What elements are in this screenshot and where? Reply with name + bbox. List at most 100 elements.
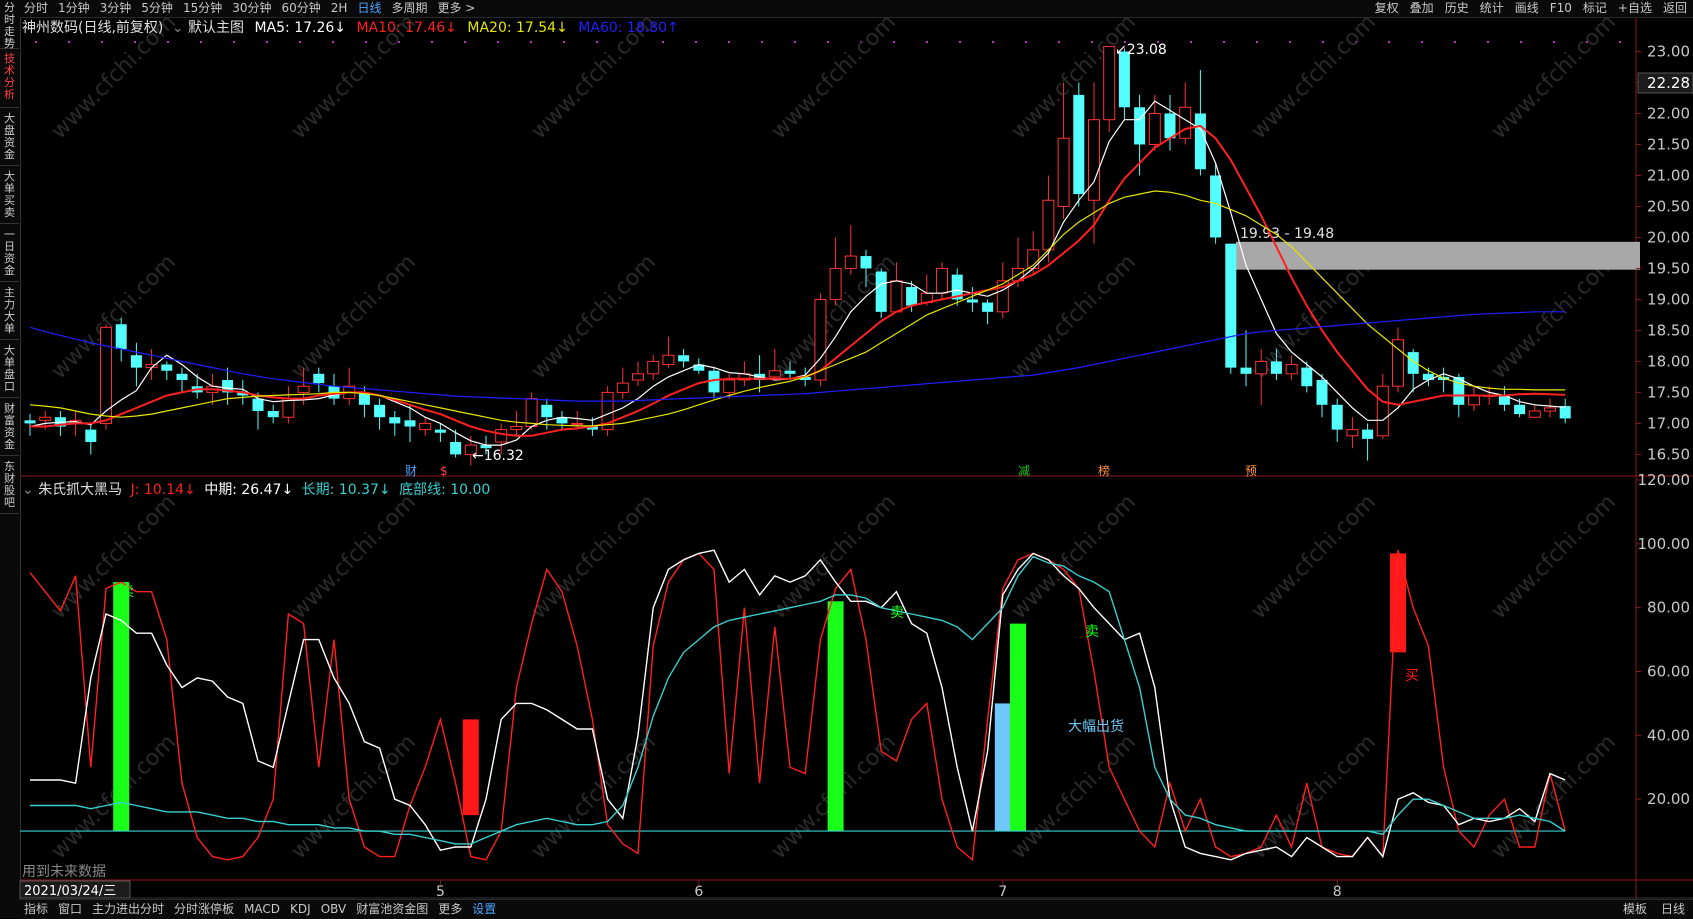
watermark-text: www.cfchi.com [1487,730,1621,864]
price-tick-label: 18.00 [1647,352,1690,370]
candle-body-up [1285,364,1298,375]
candle-body-up [1057,137,1070,207]
template-button[interactable]: 模板 [1621,901,1649,917]
candle-body-up [1376,385,1389,437]
top-marker-dot [926,41,928,43]
bottom-tab-more[interactable]: 更多 [436,901,464,917]
top-marker-dot [233,41,235,43]
candle-body-up [768,370,781,378]
candle-body-up [1468,395,1480,406]
base-legend: 底部线: 10.00 [399,482,491,498]
bottom-tab-settings[interactable]: 设置 [470,901,498,917]
indicator-dropdown-icon[interactable]: ⌄ [22,482,34,498]
candle-body-down [1225,243,1237,368]
candle-body-down [24,420,36,424]
event-marker: 榜 [1098,463,1110,478]
cursor-date-label: 2021/03/24/三 [24,884,116,899]
top-marker-dot [35,41,37,43]
indicator-toolbar: 指标 窗口 主力进出分时 分时涨停板 MACD KDJ OBV 财富池资金图 更… [20,899,1693,919]
top-marker-dot [167,41,169,43]
candle-body-up [510,426,523,431]
top-marker-dot [68,41,70,43]
stock-chart[interactable]: www.cfchi.com www.cfchi.com www.cfchi.com w… [0,0,1693,899]
candle-body-down [374,404,386,418]
candle-body-down [389,417,401,424]
top-marker-dot [200,41,202,43]
price-zone-box [1236,241,1640,270]
signal-bar [994,703,1011,832]
watermark-text: www.cfchi.com [1247,730,1381,864]
candle-body-up [829,267,842,300]
bottom-tab-fund-pool[interactable]: 财富池资金图 [354,901,430,917]
watermark-text: www.cfchi.com [1007,730,1141,864]
watermark-text: www.cfchi.com [287,490,421,624]
template-dropdown-icon[interactable]: ⌄ [172,20,184,36]
candle-body-down [1134,107,1146,145]
indicator-title[interactable]: 朱氏抓大黑马 [38,482,122,498]
indicator-tick-label: 120.00 [1638,471,1691,489]
bottom-tab-window[interactable]: 窗口 [56,901,84,917]
watermark-text: www.cfchi.com [527,250,661,384]
candle-body-down [541,404,553,418]
candle-body-down [1210,175,1222,238]
date-tick-label: 6 [694,884,703,899]
candle-body-up [723,379,736,393]
indicator-tick-label: 60.00 [1647,663,1690,681]
indicator-tick-label: 80.00 [1647,599,1690,617]
price-tick-label: 21.00 [1647,166,1690,184]
watermark-text: www.cfchi.com [1007,250,1141,384]
candle-body-up [1392,339,1404,387]
top-marker-dot [959,41,961,43]
main-chart-legend: 神州数码(日线,前复权) ⌄ 默认主图 MA5: 17.26↓ MA10: 17… [22,17,679,37]
candle-body-up [662,354,675,366]
main-template-label[interactable]: 默认主图 [188,20,244,36]
top-marker-dot [827,41,829,43]
candle-body-up [844,255,857,269]
stock-title: 神州数码(日线,前复权) [22,20,164,36]
bottom-tab-main-flow[interactable]: 主力进出分时 [90,901,166,917]
indicator-tick-label: 20.00 [1647,790,1690,808]
top-marker-dot [695,41,697,43]
bottom-tab-indicator[interactable]: 指标 [22,901,50,917]
ship-signal-label: 大幅出货 [1068,718,1124,735]
bottom-tab-obv[interactable]: OBV [319,901,349,917]
candle-body-down [1194,113,1206,170]
future-data-warning: 用到未来数据 [22,864,106,880]
bottom-tab-macd[interactable]: MACD [242,901,282,917]
watermark-text: www.cfchi.com [767,10,901,144]
bottom-tab-limit-up[interactable]: 分时涨停板 [172,901,236,917]
sell-signal-label: 卖 [890,605,904,621]
candle-body-down [434,429,446,433]
bottom-tab-kdj[interactable]: KDJ [288,901,313,917]
price-zone-label: 19.93 - 19.48 [1240,226,1334,242]
candle-body-up [936,267,948,294]
candle-body-down [1422,373,1434,381]
top-marker-dot [893,41,895,43]
candle-body-up [1346,429,1359,437]
candle-body-down [860,256,872,269]
watermark-text: www.cfchi.com [527,730,661,864]
watermark-text: www.cfchi.com [287,250,421,384]
signal-bar [1010,623,1026,832]
period-daily-button[interactable]: 日线 [1659,901,1687,917]
indicator-tick-label: 100.00 [1638,535,1691,553]
top-marker-dot [101,41,103,43]
candle-body-up [1103,46,1116,121]
top-marker-dot [497,41,499,43]
candle-body-down [1514,404,1526,415]
top-marker-dot [1058,41,1060,43]
candle-body-down [1362,429,1374,439]
candle-body-down [130,355,142,368]
candle-body-down [1407,352,1419,374]
candle-body-down [906,287,918,306]
date-tick-label: 5 [436,884,445,899]
candle-body-up [647,360,660,375]
top-marker-dot [992,41,994,43]
candle-body-up [1148,112,1161,145]
candle-body-up [1179,106,1192,139]
candle-body-down [784,370,796,374]
low-price-label: ←16.32 [472,448,524,464]
top-marker-dot [662,41,664,43]
top-marker-dot [464,41,466,43]
top-marker-dot [1388,41,1390,43]
